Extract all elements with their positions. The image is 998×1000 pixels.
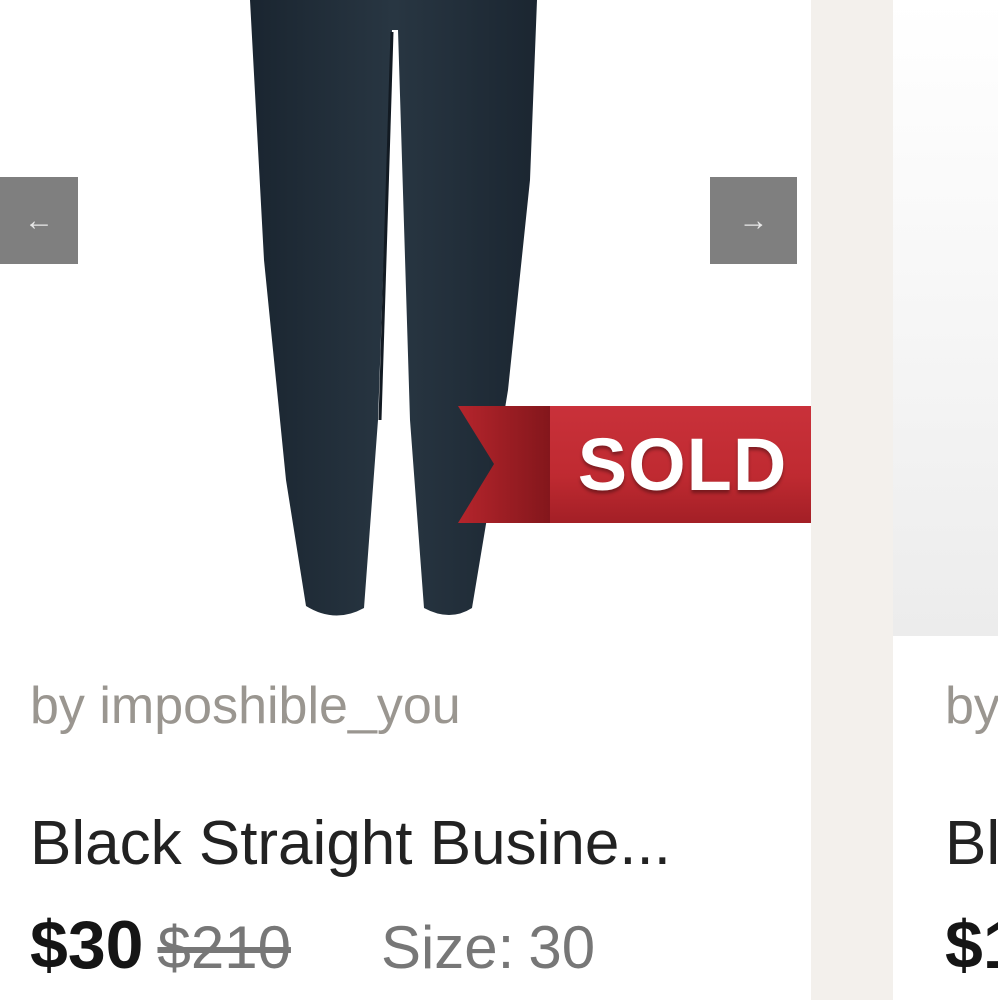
size-label: Size:: [380, 914, 515, 981]
previous-image-button[interactable]: ←: [0, 177, 78, 264]
sale-price: $30: [30, 907, 144, 983]
product-image[interactable]: [893, 0, 998, 636]
product-title[interactable]: Bl: [945, 808, 998, 879]
arrow-left-icon: ←: [24, 203, 54, 237]
price-row: $1: [945, 906, 998, 983]
arrow-right-icon: →: [738, 203, 769, 237]
seller-name[interactable]: by: [945, 676, 998, 736]
listing-card[interactable]: ← → SOLD by imposhible_you Black Straigh…: [0, 0, 811, 1000]
size-value: 30: [528, 914, 596, 981]
seller-name[interactable]: by imposhible_you: [30, 676, 461, 736]
product-title[interactable]: Black Straight Busine...: [30, 808, 671, 879]
price-row: $30 $210 Size: 30: [30, 906, 596, 983]
listing-card-partial[interactable]: by Bl $1: [893, 0, 998, 1000]
sold-banner: SOLD: [458, 406, 811, 523]
next-image-button[interactable]: →: [710, 177, 797, 264]
sold-label: SOLD: [577, 423, 788, 506]
product-image[interactable]: ← → SOLD: [0, 0, 811, 636]
original-price: $210: [157, 914, 291, 981]
sale-price: $1: [945, 907, 998, 983]
pants-image: [250, 0, 537, 616]
